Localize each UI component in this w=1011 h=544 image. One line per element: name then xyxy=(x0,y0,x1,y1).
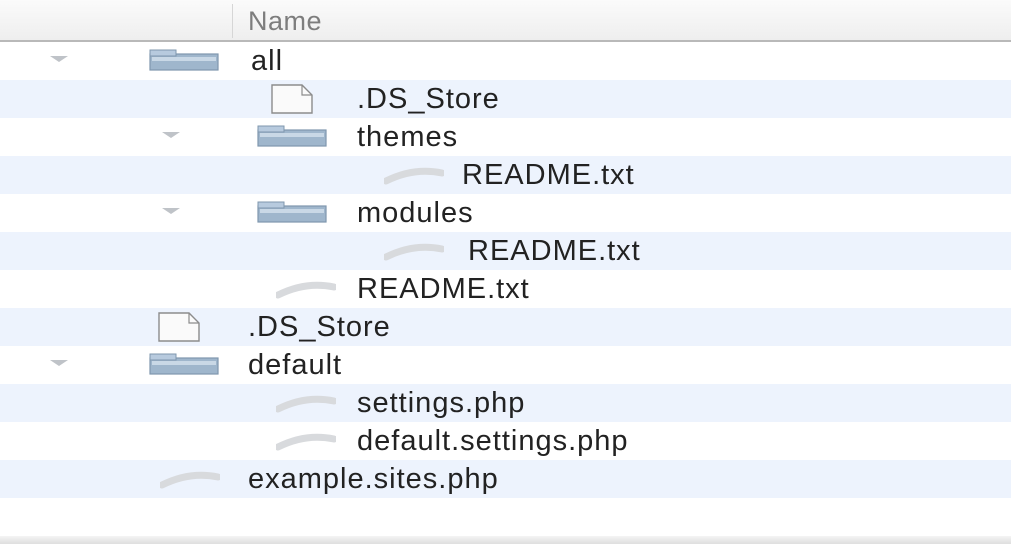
list-item[interactable]: .DS_Store xyxy=(0,80,1011,118)
list-item[interactable]: all xyxy=(0,42,1011,80)
list-item[interactable]: default xyxy=(0,346,1011,384)
name-column-header[interactable]: Name xyxy=(248,6,322,37)
item-name: .DS_Store xyxy=(357,83,500,115)
column-separator[interactable] xyxy=(232,4,233,38)
list-item[interactable]: README.txt xyxy=(0,232,1011,270)
finder-list-view: Name all .DS_Store themes README.txt mod… xyxy=(0,0,1011,544)
disclosure-triangle-icon[interactable] xyxy=(162,208,180,214)
item-name: settings.php xyxy=(357,387,526,419)
text-file-icon xyxy=(158,471,222,494)
list-item[interactable]: README.txt xyxy=(0,156,1011,194)
folder-icon xyxy=(148,48,220,77)
document-icon xyxy=(266,83,318,120)
item-name: .DS_Store xyxy=(248,311,391,343)
item-name: modules xyxy=(357,197,474,229)
text-file-icon xyxy=(382,243,446,266)
item-name: default.settings.php xyxy=(357,425,629,457)
text-file-icon xyxy=(382,167,446,190)
column-header[interactable]: Name xyxy=(0,0,1011,42)
item-name: example.sites.php xyxy=(248,463,499,495)
item-name: README.txt xyxy=(357,273,530,305)
window-bottom-edge xyxy=(0,536,1011,544)
text-file-icon xyxy=(274,433,338,456)
text-file-icon xyxy=(274,281,338,304)
list-item[interactable]: themes xyxy=(0,118,1011,156)
folder-icon xyxy=(256,124,328,153)
disclosure-triangle-icon[interactable] xyxy=(50,360,68,366)
item-name: all xyxy=(251,45,284,77)
folder-icon xyxy=(256,200,328,229)
folder-icon xyxy=(148,352,220,381)
list-item[interactable]: .DS_Store xyxy=(0,308,1011,346)
text-file-icon xyxy=(274,395,338,418)
list-item[interactable]: settings.php xyxy=(0,384,1011,422)
item-name: default xyxy=(248,349,343,381)
item-name: README.txt xyxy=(468,235,641,267)
list-item[interactable]: README.txt xyxy=(0,270,1011,308)
disclosure-triangle-icon[interactable] xyxy=(50,56,68,62)
item-name: README.txt xyxy=(462,159,635,191)
list-item[interactable]: example.sites.php xyxy=(0,460,1011,498)
disclosure-triangle-icon[interactable] xyxy=(162,132,180,138)
list-item[interactable]: modules xyxy=(0,194,1011,232)
item-name: themes xyxy=(357,121,459,153)
document-icon xyxy=(153,311,205,348)
list-item[interactable]: default.settings.php xyxy=(0,422,1011,460)
file-list: all .DS_Store themes README.txt modules … xyxy=(0,42,1011,498)
